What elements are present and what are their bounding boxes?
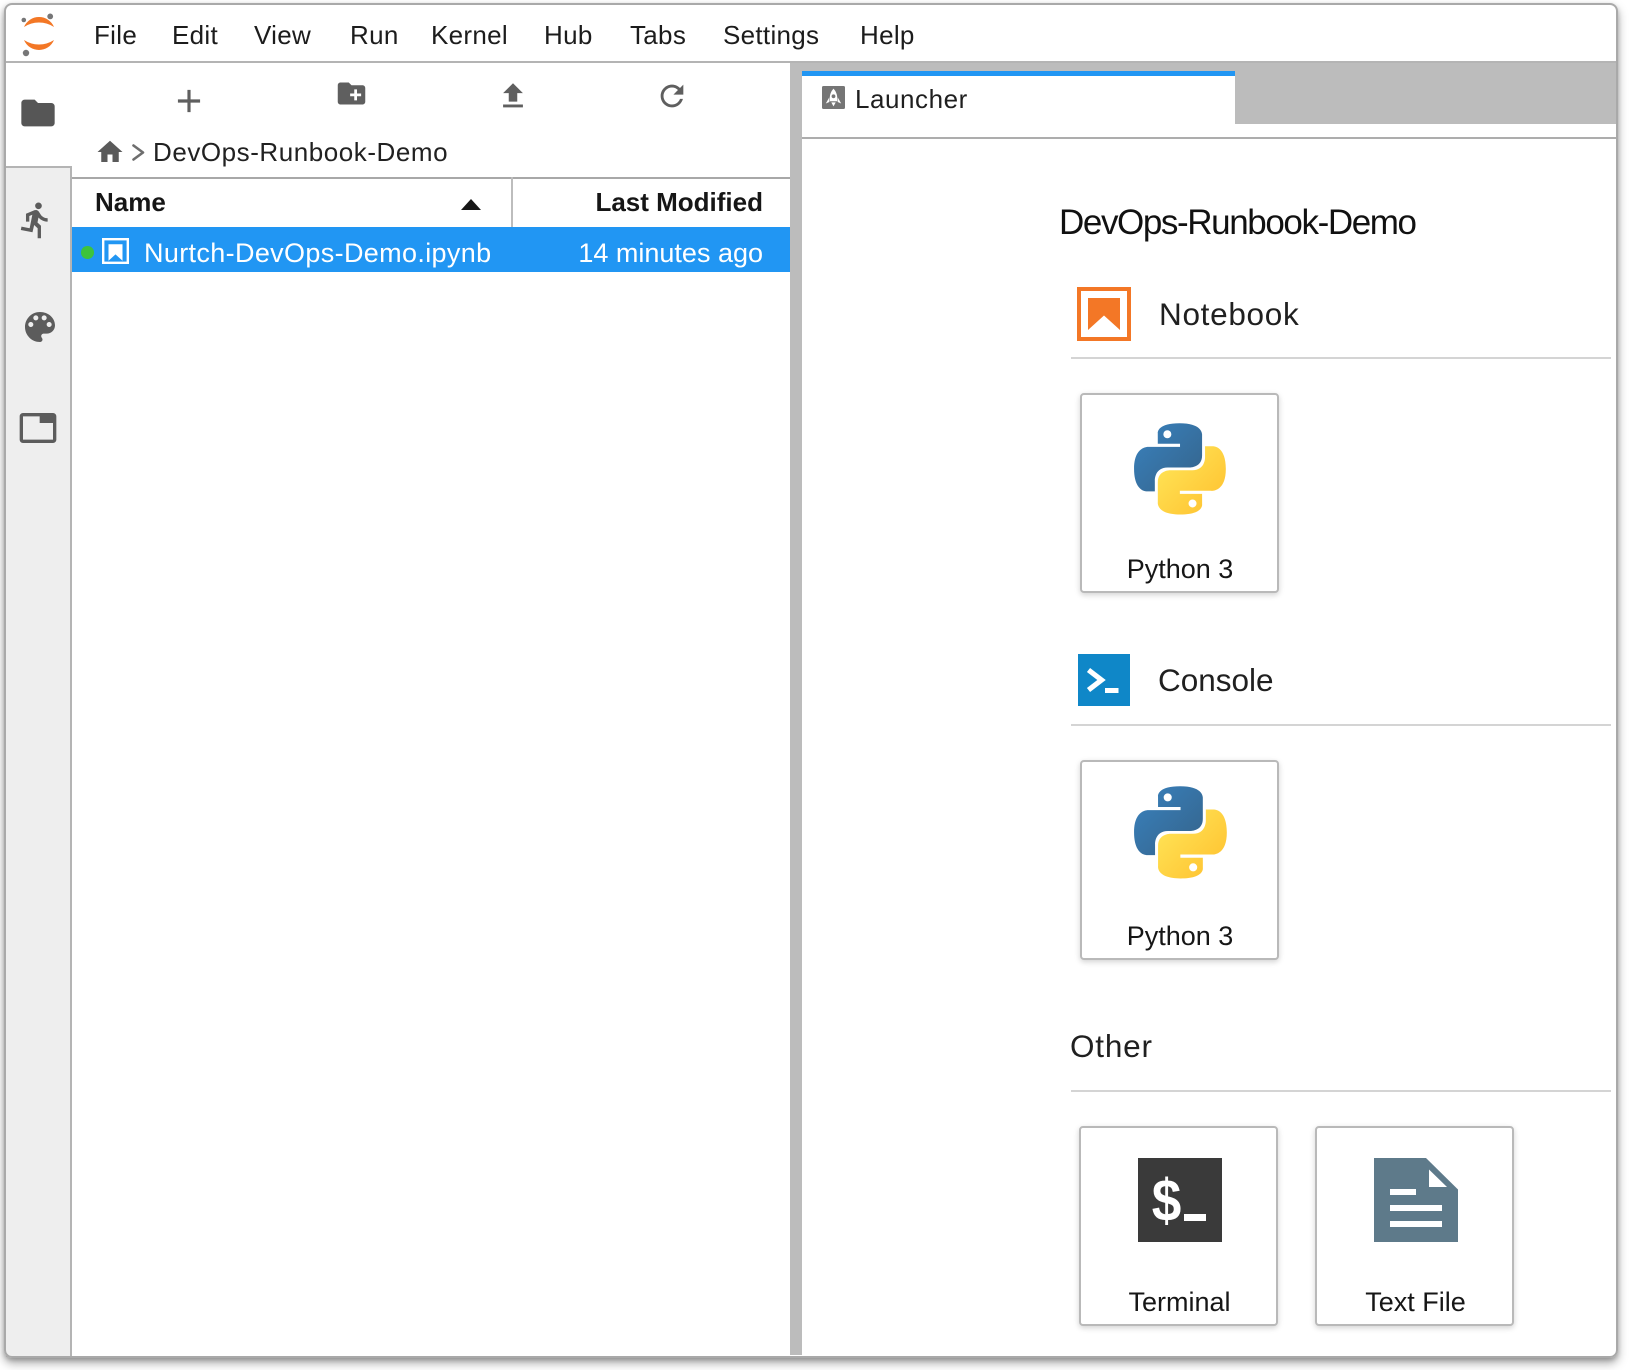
svg-text:$: $ bbox=[1152, 1167, 1182, 1233]
